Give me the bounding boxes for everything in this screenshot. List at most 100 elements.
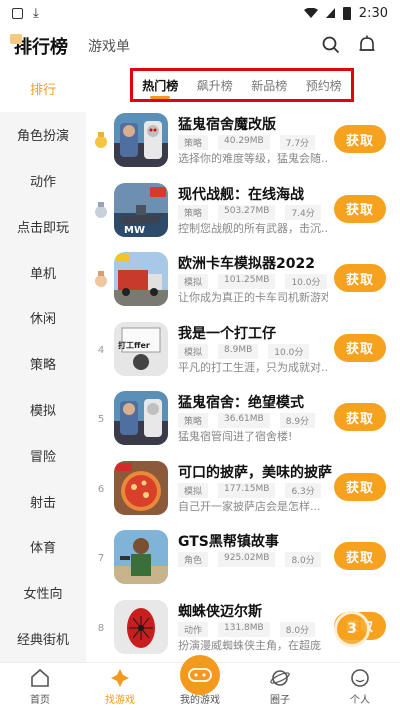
game-meta: 策略 40.29MB 7.7分 [178, 135, 316, 150]
sidebar-item-label: 休闲 [29, 312, 56, 328]
nav-profile[interactable]: 个人 [320, 663, 400, 710]
status-time: 2:30 [358, 5, 388, 21]
nav-label: 找游戏 [105, 695, 135, 706]
top-header: 排行榜 游戏单 [0, 26, 400, 66]
nav-label: 首页 [30, 695, 50, 706]
sidebar-item-label: 单机 [29, 266, 56, 282]
nav-home[interactable]: 首页 [0, 663, 80, 710]
bell-icon[interactable] [356, 34, 378, 56]
list-item[interactable]: 欧洲卡车模拟器2022 模拟 101.25MB 10.0分 让你成为真正的卡车司… [86, 247, 400, 317]
game-thumbnail: MW [114, 182, 168, 237]
tab-hot[interactable]: 热门榜 [142, 77, 178, 99]
rank-number: 7 [97, 553, 105, 564]
nav-label: 圈子 [270, 695, 290, 706]
game-meta: 策略 36.61MB 8.9分 [178, 413, 316, 428]
gold-medal-icon [95, 132, 107, 148]
list-item[interactable]: 7 GTS黑帮镇故事 角色 925.02MB 8.0分 获取 [86, 525, 400, 595]
list-item[interactable]: 4 打工ffer 我是一个打工仔 模拟 8.9MB 10.0分 平凡的打工生涯，… [86, 317, 400, 387]
game-score: 7.4分 [285, 204, 321, 220]
get-button[interactable]: 获取 [334, 472, 386, 501]
get-button[interactable]: 获取 [334, 125, 386, 153]
list-item[interactable]: MW 现代战舰：在线海战 策略 503.27MB 7.4分 控制您战舰的所有武器… [86, 178, 400, 248]
game-name: 现代战舰：在线海战 [178, 186, 304, 203]
game-name: GTS黑帮镇故事 [178, 534, 279, 550]
game-thumbnail [114, 252, 168, 306]
app-notification-icon [12, 7, 23, 19]
game-thumbnail [114, 460, 168, 515]
sidebar-item-label: 角色扮演 [16, 129, 69, 145]
get-button[interactable]: 获取 [334, 194, 386, 223]
smiley-icon [349, 667, 371, 689]
sidebar-item-action[interactable]: 动作 [0, 158, 86, 204]
game-description: 平凡的打工生涯，只为成就对... [178, 360, 328, 374]
compass-icon [109, 667, 131, 689]
sidebar-item-strategy[interactable]: 策略 [0, 341, 86, 387]
category-sidebar: 排行 角色扮演 动作 点击即玩 单机 休闲 策略 模拟 冒险 射击 体育 女性向… [0, 66, 86, 662]
tab-reserve[interactable]: 预约榜 [306, 77, 342, 94]
sidebar-item-rpg[interactable]: 角色扮演 [0, 112, 86, 158]
wifi-icon [303, 8, 318, 18]
game-description: 自己开一家披萨店会是怎样... [178, 499, 321, 513]
bronze-medal-icon [95, 271, 107, 287]
rank-number: 4 [97, 344, 105, 356]
sidebar-item-single-player[interactable]: 单机 [0, 249, 86, 295]
download-icon: ⤓ [33, 5, 39, 21]
gamepad-icon[interactable] [180, 655, 220, 695]
sidebar-item-label: 模拟 [29, 403, 56, 419]
rank-number: 6 [97, 483, 105, 495]
sidebar-item-simulation[interactable]: 模拟 [0, 387, 86, 433]
game-meta: 策略 503.27MB 7.4分 [178, 204, 321, 220]
game-score: 8.0分 [285, 552, 321, 567]
game-list-tab[interactable]: 游戏单 [88, 36, 130, 56]
game-name: 我是一个打工仔 [178, 325, 276, 342]
list-item[interactable]: 猛鬼宿舍魔改版 策略 40.29MB 7.7分 选择你的难度等级，猛鬼会随...… [86, 108, 400, 178]
sidebar-item-ranking[interactable]: 排行 [0, 66, 86, 112]
list-item[interactable]: 6 可口的披萨，美味的披萨 模拟 177.15MB 6.3分 自己开一家披萨店会… [86, 456, 400, 526]
sidebar-item-label: 动作 [29, 174, 56, 190]
nav-label: 个人 [350, 695, 370, 706]
sidebar-item-label: 排行 [29, 83, 56, 99]
list-item[interactable]: 5 猛鬼宿舍：绝望模式 策略 36.61MB 8.9分 猛鬼宿管闯进了宿舍楼! … [86, 386, 400, 456]
rank-number: 5 [97, 414, 105, 425]
planet-icon [269, 667, 291, 689]
sidebar-item-label: 射击 [29, 495, 56, 511]
floating-badge[interactable]: 3 [334, 611, 370, 647]
game-score: 8.0分 [279, 621, 316, 637]
svg-text:MW: MW [124, 225, 145, 236]
sidebar-item-label: 冒险 [29, 449, 56, 465]
game-score: 10.0分 [285, 274, 327, 289]
sidebar-item-casual[interactable]: 休闲 [0, 295, 86, 341]
get-button[interactable]: 获取 [334, 333, 386, 362]
status-bar: ⤓ 2:30 [0, 0, 400, 26]
sidebar-item-shooter[interactable]: 射击 [0, 478, 86, 524]
game-description: 控制您战舰的所有武器，击沉... [178, 221, 328, 235]
sidebar-badge-icon [10, 34, 22, 44]
home-icon [29, 667, 51, 689]
nav-circle[interactable]: 圈子 [240, 663, 320, 710]
game-thumbnail [114, 113, 168, 167]
game-size: 101.25MB [218, 274, 276, 289]
rank-number: 8 [97, 622, 105, 634]
sidebar-item-instant-play[interactable]: 点击即玩 [0, 203, 86, 249]
sidebar-item-arcade[interactable]: 经典街机 [0, 616, 86, 662]
sidebar-item-female[interactable]: 女性向 [0, 570, 86, 616]
game-name: 猛鬼宿舍：绝望模式 [178, 395, 304, 411]
get-button[interactable]: 获取 [334, 542, 386, 570]
tab-rising[interactable]: 飙升榜 [197, 77, 233, 94]
game-size: 503.27MB [218, 204, 276, 220]
silver-medal-icon [95, 201, 107, 218]
game-size: 8.9MB [218, 343, 259, 359]
tab-new[interactable]: 新品榜 [251, 77, 287, 94]
game-genre: 模拟 [178, 274, 209, 289]
game-genre: 策略 [178, 204, 209, 220]
search-icon[interactable] [320, 34, 342, 56]
sidebar-item-adventure[interactable]: 冒险 [0, 432, 86, 478]
nav-find-games[interactable]: 找游戏 [80, 663, 160, 710]
game-name: 蜘蛛侠迈尔斯 [178, 603, 262, 620]
game-description: 猛鬼宿管闯进了宿舍楼! [178, 430, 293, 443]
game-description: 扮演漫威蜘蛛侠主角，在超庞 [178, 638, 321, 652]
get-button[interactable]: 获取 [334, 403, 386, 431]
game-genre: 模拟 [178, 482, 209, 498]
get-button[interactable]: 获取 [334, 264, 386, 292]
sidebar-item-sports[interactable]: 体育 [0, 524, 86, 570]
